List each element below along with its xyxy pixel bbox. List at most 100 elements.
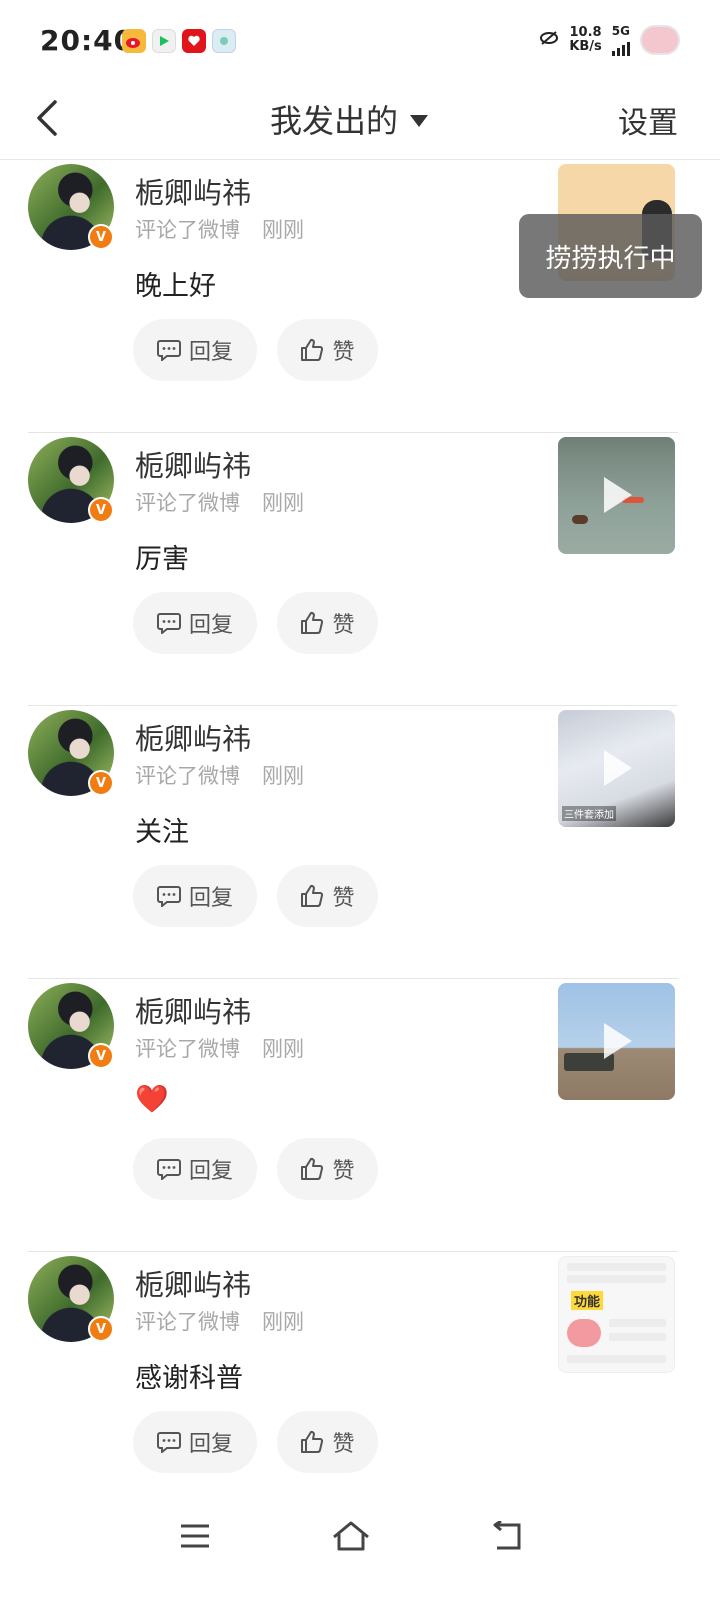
signal-icon [611,38,630,56]
like-button[interactable]: 赞 [277,1411,378,1473]
status-app-icons [122,29,236,53]
status-bar: 20:40 10.8 KB/s 5G [0,0,720,82]
like-label: 赞 [332,613,355,638]
video-thumbnail[interactable]: 三件套添加 [558,710,675,827]
verified-badge-icon: V [88,770,114,796]
timestamp: 刚刚 [262,1037,304,1061]
settings-button[interactable]: 设置 [618,98,678,142]
comment-icon [156,1159,181,1180]
timestamp: 刚刚 [262,1310,304,1334]
back-button[interactable] [24,94,68,142]
like-label: 赞 [332,340,355,365]
username[interactable]: 栀卿屿祎 [135,443,251,485]
text-block [609,1319,666,1327]
like-label: 赞 [332,1432,355,1457]
home-button[interactable] [321,1506,381,1566]
swimmer-shape [572,515,588,524]
action-text: 评论了微博 [135,218,240,242]
action-text: 评论了微博 [135,1310,240,1334]
username[interactable]: 栀卿屿祎 [135,1262,251,1304]
reply-label: 回复 [188,340,233,365]
meta: 评论了微博 刚刚 [135,760,304,790]
username[interactable]: 栀卿屿祎 [135,989,251,1031]
video-app-icon [152,29,176,53]
weibo-icon [122,29,146,53]
thumbs-up-icon [301,611,324,634]
play-icon [604,1023,632,1059]
text-block [567,1355,666,1363]
header: 我发出的 设置 [0,82,720,160]
action-text: 评论了微博 [135,1037,240,1061]
comment-icon [156,613,181,634]
reply-button[interactable]: 回复 [133,592,257,654]
post-thumbnail[interactable]: 功能 [558,1256,675,1373]
reply-label: 回复 [188,613,233,638]
text-block [567,1275,666,1283]
menu-icon [181,1524,209,1548]
page-title: 我发出的 [270,102,399,140]
comment-text: 晚上好 [135,271,216,302]
comment-text: 关注 [135,817,189,848]
comment-icon [156,886,181,907]
like-label: 赞 [332,1159,355,1184]
home-icon [333,1521,369,1551]
comment-list: V 栀卿屿祎 评论了微博 刚刚 晚上好 回复 赞 V 栀卿屿祎 评论了微博 刚刚… [0,160,720,1525]
reply-button[interactable]: 回复 [133,865,257,927]
like-button[interactable]: 赞 [277,865,378,927]
verified-badge-icon: V [88,497,114,523]
comment-icon [156,340,181,361]
back-nav-button[interactable] [477,1506,537,1566]
username[interactable]: 栀卿屿祎 [135,716,251,758]
thumbs-up-icon [301,338,324,361]
reply-button[interactable]: 回复 [133,1138,257,1200]
red-app-icon [182,29,206,53]
thumbs-up-icon [301,1157,324,1180]
floating-status-toast[interactable]: 捞捞执行中 [519,214,702,298]
list-item[interactable]: V 栀卿屿祎 评论了微博 刚刚 ❤️ 回复 赞 [0,979,720,1252]
gallery-app-icon [212,29,236,53]
meta: 评论了微博 刚刚 [135,1033,304,1063]
like-button[interactable]: 赞 [277,319,378,381]
timestamp: 刚刚 [262,218,304,242]
system-nav-bar [0,1490,720,1608]
play-icon [604,750,632,786]
reply-button[interactable]: 回复 [133,319,257,381]
list-item[interactable]: V 栀卿屿祎 评论了微博 刚刚 厉害 回复 赞 [0,433,720,706]
chevron-left-icon [37,100,57,136]
text-block [567,1263,666,1271]
video-thumbnail[interactable] [558,437,675,554]
link-icon [539,30,559,50]
username[interactable]: 栀卿屿祎 [135,170,251,212]
battery-icon [640,25,680,55]
thumbnail-caption: 三件套添加 [562,806,616,821]
menu-button[interactable] [165,1506,225,1566]
timestamp: 刚刚 [262,491,304,515]
meta: 评论了微博 刚刚 [135,487,304,517]
like-button[interactable]: 赞 [277,1138,378,1200]
list-item[interactable]: V 栀卿屿祎 评论了微博 刚刚 关注 回复 赞 三件套添加 [0,706,720,979]
title-dropdown[interactable]: 我发出的 [270,96,429,142]
net-speed-value: 10.8 [569,25,602,40]
back-nav-icon [493,1521,521,1550]
reply-label: 回复 [188,1432,233,1457]
reply-button[interactable]: 回复 [133,1411,257,1473]
comment-icon [156,1432,181,1453]
text-block [609,1333,666,1341]
caret-down-icon [410,115,429,127]
thumbs-up-icon [301,1430,324,1453]
verified-badge-icon: V [88,1316,114,1342]
comment-text: 厉害 [135,544,189,575]
timestamp: 刚刚 [262,764,304,788]
reply-label: 回复 [188,886,233,911]
like-button[interactable]: 赞 [277,592,378,654]
thumbnail-tag: 功能 [571,1291,604,1310]
list-item[interactable]: V 栀卿屿祎 评论了微博 刚刚 感谢科普 回复 赞 功能 [0,1252,720,1525]
net-speed: 10.8 KB/s [569,26,601,54]
network-indicator: 5G [611,24,630,56]
like-label: 赞 [332,886,355,911]
reply-label: 回复 [188,1159,233,1184]
verified-badge-icon: V [88,224,114,250]
play-icon [604,477,632,513]
video-thumbnail[interactable] [558,983,675,1100]
action-text: 评论了微博 [135,491,240,515]
